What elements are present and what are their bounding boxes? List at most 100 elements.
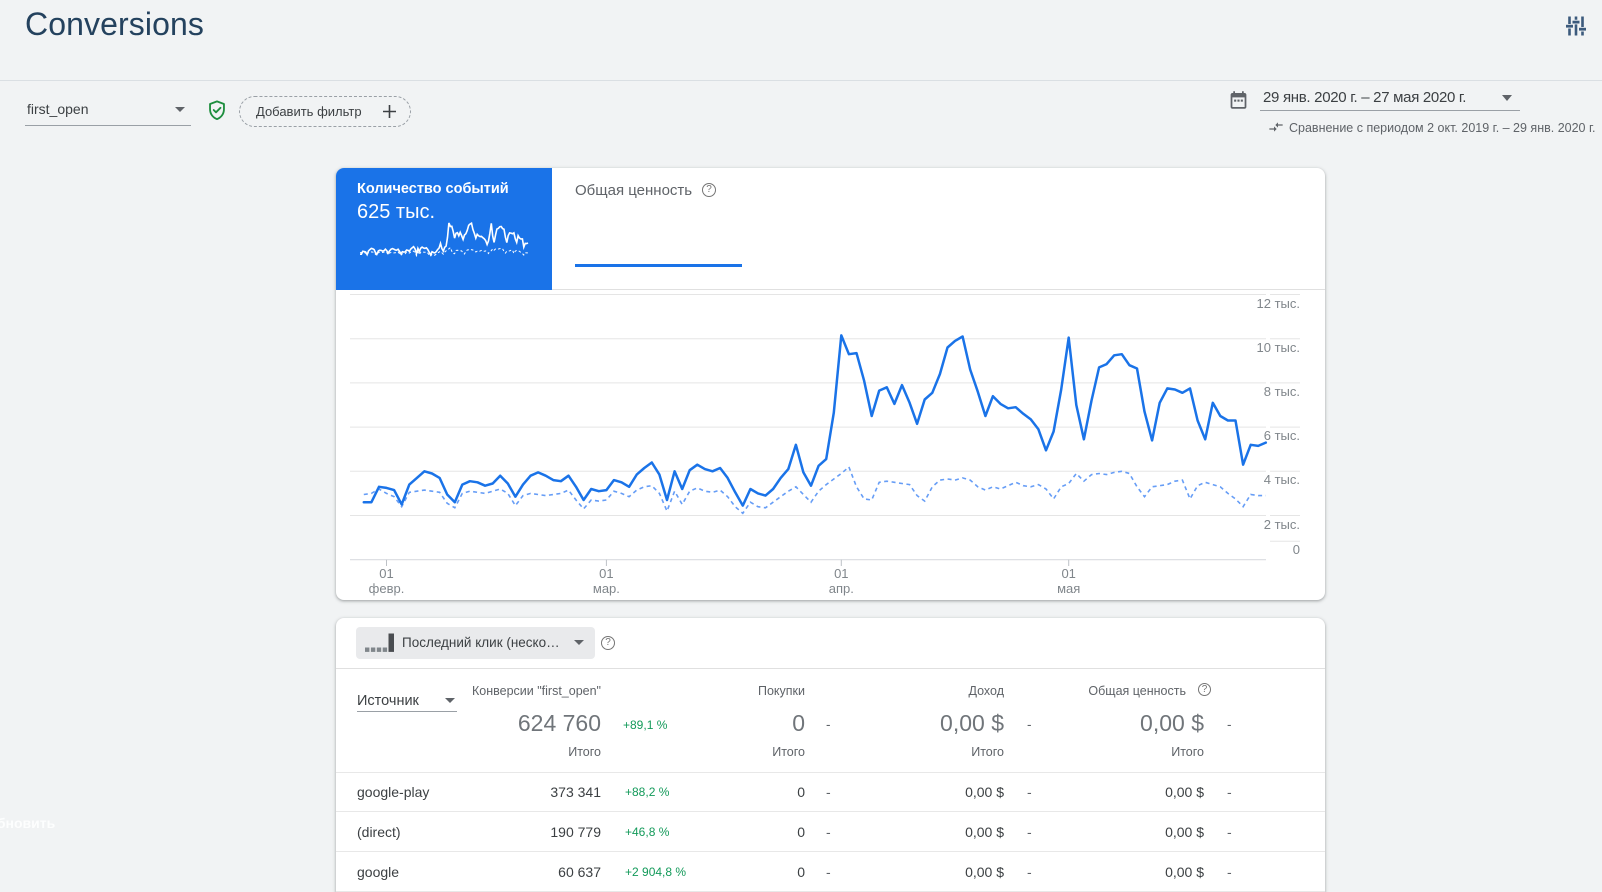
help-icon[interactable]: ? — [601, 636, 615, 650]
row-purchases-delta: - — [826, 783, 831, 800]
row-purchases-delta: - — [826, 823, 831, 840]
totals-label: Итого — [568, 745, 601, 759]
row-conversions: 373 341 — [550, 783, 601, 800]
column-header-conversions[interactable]: Конверсии "first_open" — [472, 684, 601, 698]
y-axis-label: 4 тыс. — [1263, 472, 1300, 488]
chevron-down-icon — [445, 698, 455, 703]
y-axis-label: 10 тыс. — [1256, 339, 1300, 355]
row-value-delta: - — [1227, 783, 1232, 800]
chevron-down-icon — [175, 107, 185, 112]
y-axis-label: 0 — [1292, 542, 1300, 557]
chart-card: Количество событий 625 тыс. Общая ценнос… — [336, 168, 1325, 600]
row-value-delta: - — [1227, 863, 1232, 880]
metric-tabstrip: Количество событий 625 тыс. Общая ценнос… — [336, 168, 1325, 290]
sparkline — [359, 222, 529, 258]
customize-report-button[interactable] — [1563, 13, 1589, 39]
totals-label: Итого — [772, 745, 805, 759]
totals-conversions-delta: +89,1 % — [623, 718, 668, 732]
totals-revenue: 0,00 $ — [940, 710, 1004, 736]
x-axis-label-day: 01 — [1061, 566, 1076, 581]
calendar-icon — [1228, 89, 1249, 111]
x-axis-label-month: мая — [1057, 581, 1081, 596]
tab-total-value-sparkline — [575, 264, 742, 267]
verified-shield-icon — [206, 99, 228, 121]
attribution-model-select[interactable]: Последний клик (неско… — [356, 627, 595, 659]
row-purchases: 0 — [797, 823, 805, 840]
attribution-model-icon — [365, 633, 394, 652]
row-purchases-delta: - — [826, 863, 831, 880]
x-axis-label-day: 01 — [834, 566, 849, 581]
column-header-revenue[interactable]: Доход — [969, 684, 1005, 698]
tab-total-value-label: Общая ценность — [575, 182, 693, 199]
attribution-table-card: Последний клик (неско… ? Источник Конвер… — [336, 618, 1325, 892]
header-divider — [0, 80, 1602, 81]
y-axis-label: 12 тыс. — [1256, 295, 1300, 311]
dimension-select[interactable]: Источник — [357, 692, 457, 712]
row-source: google-play — [357, 783, 430, 800]
page-title: Conversions — [25, 6, 204, 42]
date-range-value: 29 янв. 2020 г. – 27 мая 2020 г. — [1263, 89, 1467, 106]
tune-icon — [1566, 16, 1586, 36]
x-axis-label-day: 01 — [379, 566, 394, 581]
totals-conversions: 624 760 — [517, 710, 601, 736]
add-filter-button[interactable]: Добавить фильтр — [239, 96, 411, 127]
add-filter-label: Добавить фильтр — [256, 104, 362, 119]
x-axis-label-month: апр. — [828, 581, 854, 596]
totals-revenue-delta: - — [1027, 717, 1032, 732]
help-icon[interactable]: ? — [702, 183, 716, 197]
line-chart — [350, 294, 1300, 566]
dimension-select-value: Источник — [357, 693, 419, 709]
tab-event-count-label: Количество событий — [357, 181, 509, 197]
row-value-delta: - — [1227, 823, 1232, 840]
column-header-value[interactable]: Общая ценность — [1088, 684, 1186, 698]
totals-label: Итого — [971, 745, 1004, 759]
chevron-down-icon — [1502, 95, 1512, 101]
row-revenue-delta: - — [1027, 823, 1032, 840]
row-value: 0,00 $ — [1165, 783, 1204, 800]
totals-label: Итого — [1171, 745, 1204, 759]
x-axis-label-month: февр. — [368, 581, 405, 596]
divider — [336, 668, 1325, 669]
row-purchases: 0 — [797, 783, 805, 800]
totals-value-delta: - — [1227, 717, 1232, 732]
row-purchases: 0 — [797, 863, 805, 880]
totals-purchases-delta: - — [826, 717, 831, 732]
y-axis-label: 2 тыс. — [1263, 516, 1300, 532]
comparison-period-text: Сравнение с периодом 2 окт. 2019 г. – 29… — [1289, 121, 1596, 135]
row-value: 0,00 $ — [1165, 863, 1204, 880]
tab-event-count-value: 625 тыс. — [357, 201, 436, 223]
row-revenue: 0,00 $ — [965, 823, 1004, 840]
chevron-down-icon — [574, 640, 584, 645]
row-revenue-delta: - — [1027, 783, 1032, 800]
row-revenue-delta: - — [1027, 863, 1032, 880]
attribution-model-value: Последний клик (неско… — [402, 635, 560, 650]
row-source: google — [357, 863, 400, 880]
row-revenue: 0,00 $ — [965, 783, 1004, 800]
row-conversions: 190 779 — [550, 823, 601, 840]
row-revenue: 0,00 $ — [965, 863, 1004, 880]
table-row[interactable]: (direct) 190 779 +46,8 % 0 - 0,00 $ - 0,… — [336, 812, 1325, 852]
table-row[interactable]: google 60 637 +2 904,8 % 0 - 0,00 $ - 0,… — [336, 852, 1325, 892]
row-conversions-delta: +2 904,8 % — [625, 864, 687, 879]
event-select-value: first_open — [27, 101, 89, 117]
event-select[interactable]: first_open — [25, 94, 191, 126]
totals-value: 0,00 $ — [1140, 710, 1204, 736]
y-axis-label: 8 тыс. — [1263, 383, 1300, 399]
ghost-refresh-text: Обновить — [0, 815, 56, 831]
plus-icon — [382, 105, 396, 118]
x-axis-label-month: мар. — [592, 581, 620, 596]
row-conversions: 60 637 — [558, 863, 601, 880]
tab-total-value[interactable]: Общая ценность ? — [552, 168, 912, 290]
x-axis-label-day: 01 — [599, 566, 614, 581]
date-range-field[interactable]: 29 янв. 2020 г. – 27 мая 2020 г. — [1260, 86, 1520, 111]
compare-arrows-icon — [1268, 119, 1284, 135]
row-source: (direct) — [357, 823, 401, 840]
totals-purchases: 0 — [792, 710, 805, 736]
table-row[interactable]: google-play 373 341 +88,2 % 0 - 0,00 $ -… — [336, 772, 1325, 812]
help-icon[interactable]: ? — [1198, 683, 1211, 696]
y-axis-label: 6 тыс. — [1263, 428, 1300, 444]
column-header-purchases[interactable]: Покупки — [758, 684, 805, 698]
row-conversions-delta: +46,8 % — [625, 824, 670, 839]
row-conversions-delta: +88,2 % — [625, 784, 670, 799]
tab-event-count[interactable]: Количество событий 625 тыс. — [336, 168, 552, 290]
